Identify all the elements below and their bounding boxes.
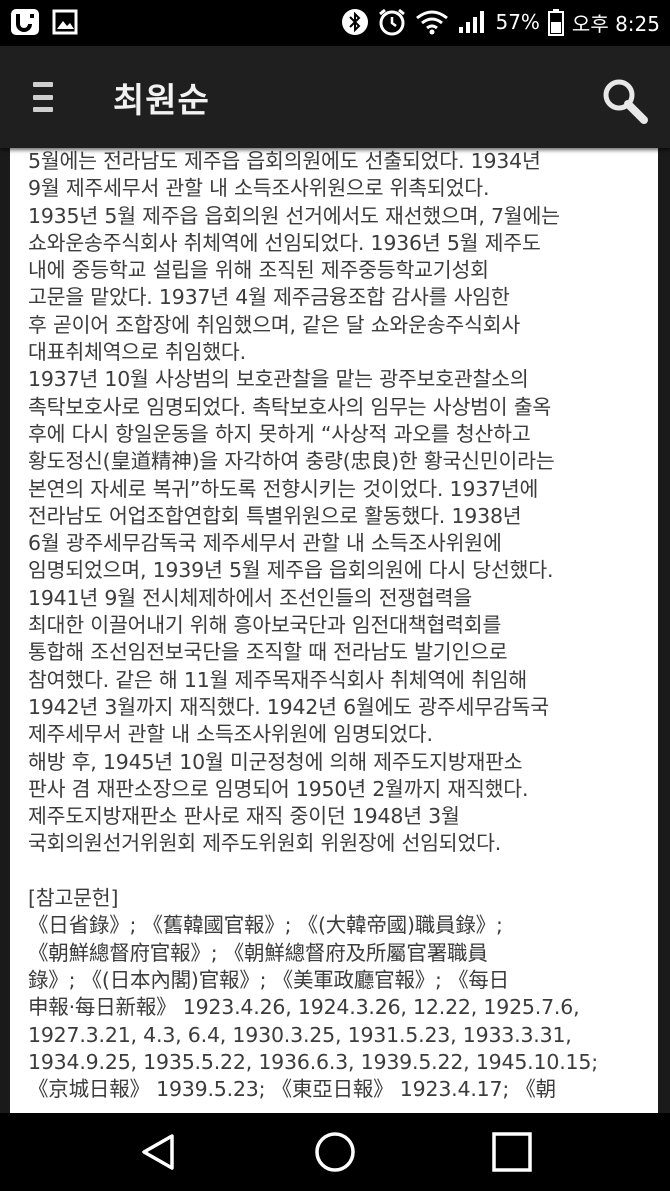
article-text: 5월에는 전라남도 제주읍 읍회의원에도 선출되었다. 1934년 9월 제주세… bbox=[28, 149, 598, 1102]
signal-icon bbox=[457, 9, 487, 35]
menu-icon[interactable] bbox=[33, 82, 59, 112]
home-icon[interactable] bbox=[307, 1127, 363, 1177]
recent-apps-icon[interactable] bbox=[484, 1127, 540, 1177]
image-icon bbox=[52, 9, 78, 35]
status-bar: 57% 오후 8:25 bbox=[0, 0, 670, 46]
battery-percent: 57% bbox=[495, 10, 540, 34]
bluetooth-icon bbox=[341, 8, 369, 36]
search-icon[interactable] bbox=[600, 76, 650, 126]
page-title: 최원순 bbox=[113, 81, 210, 121]
navigation-bar bbox=[0, 1113, 670, 1191]
u-plus-icon bbox=[10, 8, 40, 36]
alarm-icon bbox=[377, 7, 407, 37]
app-bar: 최원순 bbox=[0, 46, 670, 148]
status-time: 오후 8:25 bbox=[571, 11, 660, 36]
battery-icon bbox=[547, 8, 564, 36]
status-left bbox=[10, 8, 78, 36]
back-icon[interactable] bbox=[130, 1127, 186, 1177]
article-card: 5월에는 전라남도 제주읍 읍회의원에도 선출되었다. 1934년 9월 제주세… bbox=[10, 148, 658, 1113]
status-right: 57% 오후 8:25 bbox=[341, 7, 660, 37]
wifi-icon bbox=[415, 9, 449, 35]
